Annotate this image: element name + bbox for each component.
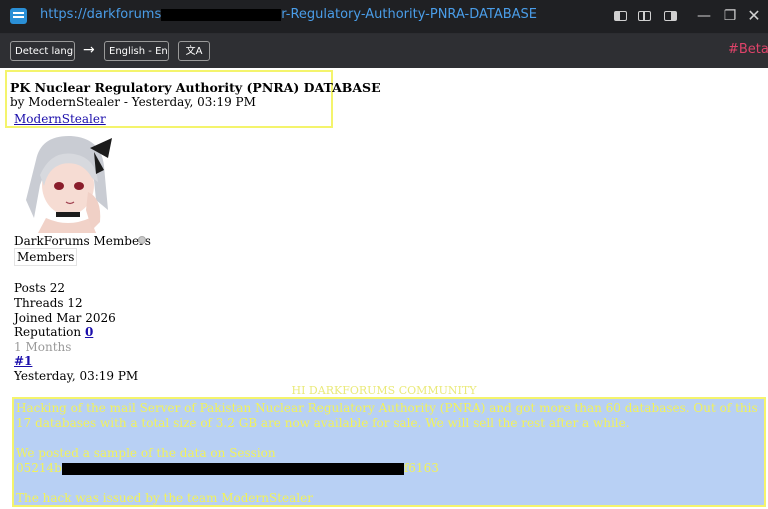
- detect-language-select[interactable]: Detect langua: [10, 41, 75, 61]
- thread-title: PK Nuclear Regulatory Authority (PNRA) D…: [10, 80, 381, 95]
- close-icon[interactable]: ✕: [746, 8, 762, 24]
- restore-icon[interactable]: ❐: [722, 8, 738, 24]
- forum-post: PK Nuclear Regulatory Authority (PNRA) D…: [0, 68, 768, 509]
- layout-right-icon[interactable]: [664, 11, 677, 21]
- layout-split-icon[interactable]: [638, 11, 651, 21]
- post-byline: by ModernStealer - Yesterday, 03:19 PM: [10, 95, 256, 109]
- reputation: Reputation 0: [14, 325, 93, 339]
- post-paragraph: We posted a sample of the data on Sessio…: [16, 446, 276, 460]
- post-count: Posts 22: [14, 281, 66, 295]
- author-link[interactable]: ModernStealer: [14, 112, 106, 126]
- arrow-right-icon: →: [83, 42, 95, 58]
- redaction-bar: [61, 462, 404, 475]
- thread-count: Threads 12: [14, 296, 83, 310]
- redaction-bar: [161, 8, 282, 21]
- post-paragraph: Hacking of the mail Server of Pakistan N…: [16, 401, 758, 430]
- avatar: [16, 130, 116, 233]
- join-date: Joined Mar 2026: [14, 311, 116, 325]
- post-body: Hacking of the mail Server of Pakistan N…: [12, 397, 766, 507]
- layout-left-icon[interactable]: [614, 11, 627, 21]
- session-id: 05214b f6163: [16, 461, 762, 476]
- minimize-icon[interactable]: —: [696, 8, 712, 24]
- translate-toolbar: Detect langua → English - Engl 文A: [0, 34, 768, 68]
- url-prefix: https://darkforums: [40, 7, 162, 22]
- title-bar: https://darkforums r-Regulatory-Authority…: [0, 0, 768, 34]
- membership-duration: 1 Months: [14, 340, 72, 354]
- url-suffix: r-Regulatory-Authority-PNRA-DATABASE: [281, 7, 538, 22]
- post-number-link[interactable]: #1: [14, 354, 32, 368]
- reputation-link[interactable]: 0: [85, 325, 93, 339]
- post-paragraph: The hack was issued by the team ModernSt…: [16, 491, 313, 505]
- user-group: DarkForums Members: [14, 234, 151, 248]
- group-badge: Members: [14, 248, 78, 266]
- session-id-suffix: f6163: [403, 461, 439, 475]
- beta-label: #Beta: [728, 42, 768, 57]
- reputation-label: Reputation: [14, 325, 85, 339]
- offline-status-icon: [138, 236, 146, 244]
- browser-app-icon: [10, 8, 27, 24]
- post-timestamp: Yesterday, 03:19 PM: [14, 369, 139, 383]
- post-greeting: HI DARKFORUMS COMMUNITY: [291, 384, 477, 397]
- translate-icon[interactable]: 文A: [178, 41, 210, 61]
- session-id-prefix: 05214b: [16, 461, 62, 475]
- target-language-select[interactable]: English - Engl: [104, 41, 169, 61]
- address-bar[interactable]: https://darkforums r-Regulatory-Authority…: [40, 7, 600, 25]
- post-number: #1: [14, 354, 32, 368]
